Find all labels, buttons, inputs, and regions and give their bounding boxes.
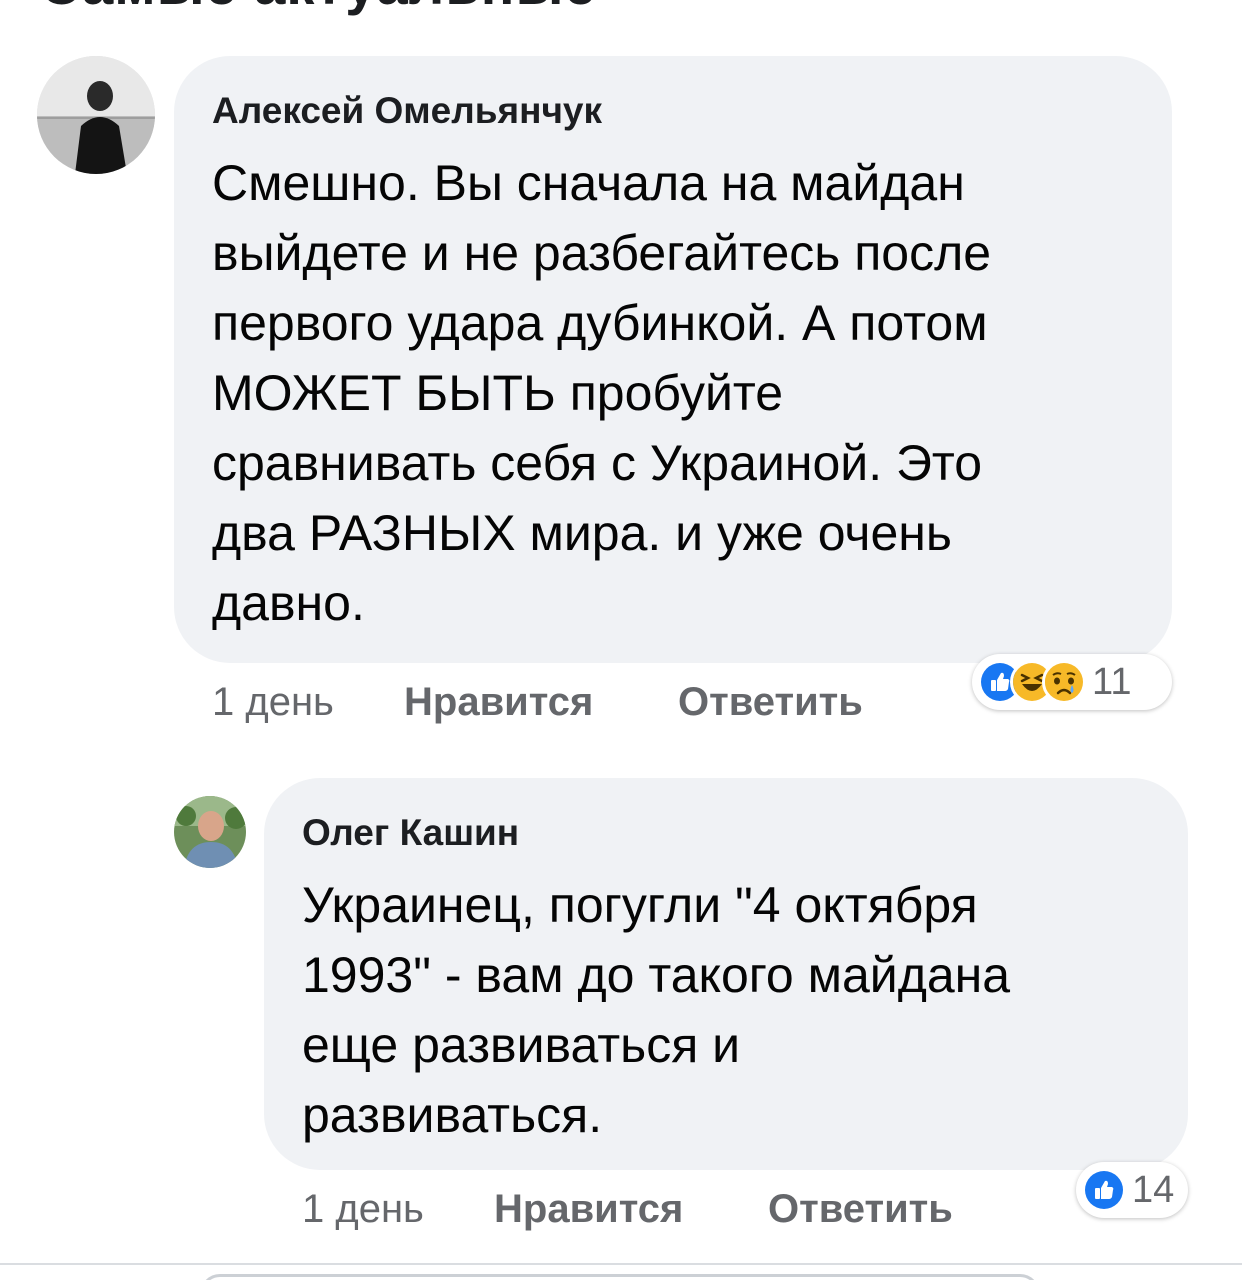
comments-page: Самые актуальные Алексей Омельянчук Смеш… xyxy=(0,0,1242,1280)
reactions-summary[interactable]: 11 xyxy=(972,654,1172,710)
like-icon xyxy=(1082,1168,1126,1212)
comment-time[interactable]: 1 день xyxy=(302,1187,424,1232)
like-button[interactable]: Нравится xyxy=(404,680,593,725)
reactions-summary[interactable]: 14 xyxy=(1076,1162,1188,1218)
reply-button[interactable]: Ответить xyxy=(678,680,863,725)
reaction-count: 11 xyxy=(1092,660,1132,703)
comment-text: Украинец, погугли "4 октября 1993" - вам… xyxy=(302,877,1011,1143)
reply-button[interactable]: Ответить xyxy=(768,1187,953,1232)
reaction-count: 14 xyxy=(1132,1168,1175,1211)
comment-time[interactable]: 1 день xyxy=(212,680,334,725)
comment-text: Смешно. Вы сначала на майдан выйдете и н… xyxy=(212,155,992,631)
comment-author[interactable]: Олег Кашин xyxy=(302,812,519,854)
section-heading: Самые актуальные xyxy=(40,0,597,17)
divider xyxy=(0,1263,1242,1265)
avatar[interactable] xyxy=(37,56,155,174)
like-button[interactable]: Нравится xyxy=(494,1187,683,1232)
avatar[interactable] xyxy=(174,796,246,868)
sad-icon xyxy=(1042,660,1086,704)
next-comment-field[interactable] xyxy=(200,1274,1040,1280)
comment-author[interactable]: Алексей Омельянчук xyxy=(212,90,602,132)
